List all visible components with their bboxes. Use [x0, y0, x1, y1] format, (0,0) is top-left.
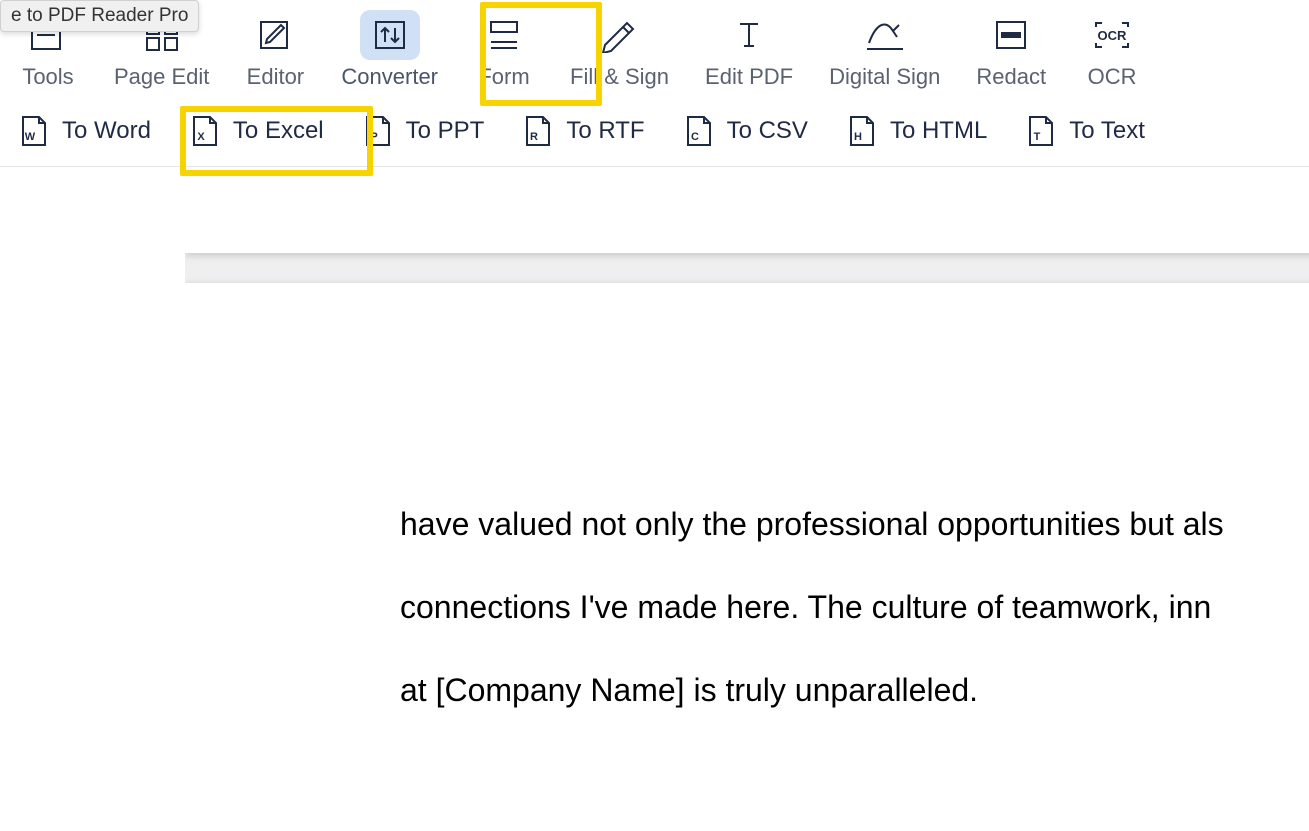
editor-icon	[245, 10, 305, 60]
file-excel-icon: X	[189, 114, 221, 148]
file-ppt-icon: P	[362, 114, 394, 148]
svg-text:C: C	[691, 131, 699, 143]
ocr-label: OCR	[1088, 64, 1137, 90]
fill-sign-label: Fill & Sign	[570, 64, 669, 90]
converter-label: Converter	[341, 64, 438, 90]
document-text-line: at [Company Name] is truly unparalleled.	[400, 649, 1309, 732]
workspace: have valued not only the professional op…	[0, 167, 1309, 818]
to-word-label: To Word	[62, 117, 151, 145]
page-viewport[interactable]: have valued not only the professional op…	[185, 167, 1309, 818]
form-button[interactable]: Form	[456, 10, 552, 90]
file-text-icon: T	[1025, 114, 1057, 148]
svg-text:H: H	[854, 131, 862, 143]
redact-label: Redact	[976, 64, 1046, 90]
redact-icon	[981, 10, 1041, 60]
tools-label: Tools	[22, 64, 73, 90]
to-text-button[interactable]: T To Text	[1025, 114, 1145, 148]
to-rtf-button[interactable]: R To RTF	[522, 114, 644, 148]
file-html-icon: H	[846, 114, 878, 148]
svg-text:X: X	[197, 131, 205, 143]
page-previous[interactable]	[185, 167, 1309, 253]
to-ppt-button[interactable]: P To PPT	[362, 114, 485, 148]
svg-text:P: P	[370, 131, 377, 143]
redact-button[interactable]: Redact	[958, 10, 1064, 90]
ocr-icon: OCR	[1082, 10, 1142, 60]
file-csv-icon: C	[683, 114, 715, 148]
to-text-label: To Text	[1069, 117, 1145, 145]
edit-pdf-icon	[719, 10, 779, 60]
svg-text:T: T	[1034, 131, 1041, 143]
form-label: Form	[478, 64, 529, 90]
to-rtf-label: To RTF	[566, 117, 644, 145]
to-word-button[interactable]: W To Word	[18, 114, 151, 148]
document-text-line: connections I've made here. The culture …	[400, 566, 1309, 649]
svg-text:OCR: OCR	[1098, 28, 1128, 43]
document-text-line: have valued not only the professional op…	[400, 483, 1309, 566]
converter-button[interactable]: Converter	[323, 10, 456, 90]
to-ppt-label: To PPT	[406, 117, 485, 145]
file-rtf-icon: R	[522, 114, 554, 148]
to-html-button[interactable]: H To HTML	[846, 114, 987, 148]
convert-toolbar: W To Word X To Excel P To PPT R To RTF C…	[0, 96, 1309, 167]
edit-pdf-button[interactable]: Edit PDF	[687, 10, 811, 90]
digital-sign-button[interactable]: Digital Sign	[811, 10, 958, 90]
ocr-button[interactable]: OCR OCR	[1064, 10, 1160, 90]
to-csv-label: To CSV	[727, 117, 808, 145]
svg-text:R: R	[530, 131, 538, 143]
thumbnail-sidebar[interactable]	[0, 167, 185, 818]
converter-icon	[360, 10, 420, 60]
to-csv-button[interactable]: C To CSV	[683, 114, 808, 148]
to-excel-button[interactable]: X To Excel	[189, 114, 324, 148]
form-icon	[474, 10, 534, 60]
svg-text:W: W	[25, 131, 36, 143]
to-html-label: To HTML	[890, 117, 987, 145]
page-edit-label: Page Edit	[114, 64, 209, 90]
fill-sign-button[interactable]: Fill & Sign	[552, 10, 687, 90]
tooltip-upgrade: e to PDF Reader Pro	[0, 0, 199, 32]
editor-button[interactable]: Editor	[227, 10, 323, 90]
file-word-icon: W	[18, 114, 50, 148]
editor-label: Editor	[247, 64, 304, 90]
fill-sign-icon	[590, 10, 650, 60]
edit-pdf-label: Edit PDF	[705, 64, 793, 90]
to-excel-label: To Excel	[233, 117, 324, 145]
digital-sign-label: Digital Sign	[829, 64, 940, 90]
digital-sign-icon	[855, 10, 915, 60]
page-current[interactable]: have valued not only the professional op…	[185, 283, 1309, 818]
